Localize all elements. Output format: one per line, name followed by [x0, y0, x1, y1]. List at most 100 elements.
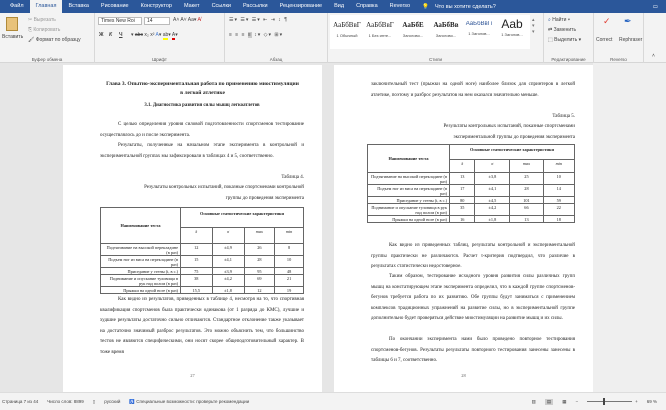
font-label: Шрифт: [152, 57, 167, 62]
style-sample: АаБбВвГ: [366, 21, 394, 29]
tab-mailings[interactable]: Рассылки: [237, 0, 274, 13]
zoom-level[interactable]: 69 %: [647, 399, 657, 404]
accessibility-status[interactable]: ♿ Специальные возможности: проверьте рек…: [129, 399, 258, 405]
paste-button[interactable]: Вставить: [2, 34, 23, 40]
test-name-cell: Приседание у стены (t, в с.): [367, 196, 450, 204]
value-cell: ±4,1: [474, 184, 511, 197]
section-title: 3.1. Диагностика развития силы мышц легк…: [144, 103, 260, 108]
format-painter-button[interactable]: 🖌 Формат по образцу: [28, 37, 81, 43]
editing-label: Редактирование: [551, 57, 586, 62]
value-cell: 25: [509, 172, 544, 185]
cut-button[interactable]: ✂ Вырезать: [28, 17, 56, 23]
value-cell: 15: [180, 255, 213, 268]
value-cell: 19: [274, 286, 304, 294]
style-heading-2[interactable]: АаБбВв Заголово...: [430, 17, 462, 47]
page-27: Глава 3. Опытно-экспериментальная работа…: [63, 65, 322, 392]
value-cell: ±1,8: [211, 286, 245, 294]
paragraph: Как видно из приведенных таблиц, результ…: [371, 243, 575, 269]
tab-reverso[interactable]: Reverso: [384, 0, 416, 13]
search-icon: ⌕: [548, 17, 551, 23]
align-buttons[interactable]: ≡ ≡ ≡ ≡ ↕▾ ◇▾ ⊞▾: [229, 32, 283, 38]
table-row: Приседание у стены (t, в с.) 75 ±3,9 95 48: [100, 267, 304, 275]
tab-file[interactable]: Файл: [4, 0, 30, 13]
table-row: Поднимание и опускание туловища в рук на…: [367, 203, 576, 216]
value-cell: 28: [243, 255, 276, 268]
ribbon: Вставить ✂ Вырезать ⎘ Копировать 🖌 Форма…: [0, 13, 666, 63]
value-cell: ±3,8: [474, 172, 511, 185]
rephraser-button[interactable]: Rephraser: [619, 37, 642, 43]
correct-icon: ✓: [603, 16, 611, 26]
font-size-buttons[interactable]: A˄ A˅ Aa▾ A̸: [173, 17, 201, 23]
tab-home[interactable]: Главная: [29, 0, 63, 13]
comments-icon[interactable]: ▭: [653, 4, 658, 10]
word-count[interactable]: Число слов: 8899: [47, 399, 84, 404]
value-cell: ±1,8: [474, 215, 511, 223]
zoom-out-button[interactable]: −: [575, 399, 578, 404]
paragraph-label: Абзац: [269, 57, 283, 62]
select-button[interactable]: ⬚ Выделить ▾: [548, 37, 581, 43]
copy-button[interactable]: ⎘ Копировать: [28, 27, 60, 33]
tab-layout[interactable]: Макет: [178, 0, 206, 13]
list-buttons[interactable]: ☰▾ ☰▾ ☰▾ ⇤ ⇥ ↕ ¶: [229, 17, 288, 23]
style-normal[interactable]: АаБбВвГ 1 Обычный: [331, 17, 363, 47]
font-name-select[interactable]: Times New Roi: [98, 17, 142, 25]
style-heading-1[interactable]: АаБбЕ Заголово...: [397, 17, 429, 47]
bold-button[interactable]: Ж: [99, 32, 104, 38]
test-name-cell: Прыжки на одной ноге (в раз): [367, 215, 450, 223]
tab-view[interactable]: Вид: [328, 0, 350, 13]
collapse-ribbon-icon[interactable]: ˄: [652, 53, 655, 59]
style-heading-3[interactable]: АаБбВвГі 1 Заголов...: [463, 17, 495, 47]
zoom-in-button[interactable]: +: [635, 399, 638, 404]
paragraph: По окончании эксперимента нами было пров…: [371, 337, 575, 363]
zoom-slider-thumb[interactable]: [602, 398, 605, 405]
status-bar: Страница 7 из 44 Число слов: 8899 ▯ русс…: [0, 392, 666, 410]
value-cell: ±4,5: [474, 196, 511, 204]
find-button[interactable]: ⌕ Найти ▾: [548, 17, 570, 23]
tell-me-input[interactable]: Что вы хотите сделать?: [435, 4, 496, 10]
correct-button[interactable]: Correct: [596, 37, 612, 43]
paste-icon: [6, 17, 18, 31]
print-layout-icon[interactable]: ▤: [544, 398, 554, 405]
value-cell: 26: [243, 243, 276, 256]
page-number: 27: [190, 373, 195, 378]
style-title[interactable]: Aab 1 Заголов...: [496, 17, 528, 47]
style-name: Заголово...: [402, 33, 424, 38]
style-name: 1 Заголов...: [501, 32, 523, 37]
tab-draw[interactable]: Рисование: [95, 0, 135, 13]
select-icon: ⬚: [548, 37, 553, 43]
language[interactable]: русский: [104, 399, 120, 404]
replace-icon: ⇄: [548, 27, 553, 33]
value-cell: 18: [542, 215, 576, 223]
value-cell: ±4,9: [211, 243, 245, 256]
font-effects-buttons[interactable]: ▾ abc x₂ x² A▾ ab▾ A▾: [131, 32, 178, 40]
web-layout-icon[interactable]: ▦: [562, 399, 566, 405]
zoom-slider[interactable]: [587, 398, 633, 405]
column-header: min: [542, 158, 576, 174]
tab-insert[interactable]: Вставка: [62, 0, 94, 13]
rephraser-icon: ✒: [624, 16, 632, 26]
value-cell: 95: [243, 267, 276, 275]
paragraph: Как видно из результатов, приведенных в …: [100, 297, 304, 355]
value-cell: 8: [274, 243, 304, 256]
font-size-select[interactable]: 14: [144, 17, 170, 25]
ribbon-tabs: Файл Главная Вставка Рисование Конструкт…: [0, 0, 666, 13]
italic-button[interactable]: К: [109, 32, 112, 38]
table-row: Поднимание и опускание туловища в рук на…: [100, 274, 304, 287]
tab-references[interactable]: Ссылки: [206, 0, 237, 13]
underline-button[interactable]: Ч: [119, 32, 123, 38]
tab-design[interactable]: Конструктор: [135, 0, 178, 13]
style-no-spacing[interactable]: АаБбВвГ 1 Без инте...: [364, 17, 396, 47]
table-header: Наименование теста: [100, 207, 181, 244]
styles-label: Стили: [429, 57, 442, 62]
tab-review[interactable]: Рецензирование: [274, 0, 328, 13]
tab-help[interactable]: Справка: [350, 0, 384, 13]
proofing-icon[interactable]: ▯: [93, 399, 95, 405]
column-header: x̄: [180, 227, 213, 244]
test-name-cell: Подтягивание на высокой перекладине (в р…: [100, 243, 181, 256]
value-cell: 12: [243, 286, 276, 294]
styles-group: АаБбВвГ 1 Обычный АаБбВвГ 1 Без инте... Аа…: [328, 13, 544, 63]
page-count[interactable]: Страница 7 из 44: [2, 399, 38, 404]
styles-scroll[interactable]: ▴ ▾ ▾: [532, 17, 535, 35]
read-mode-icon[interactable]: ▥: [532, 399, 536, 405]
replace-button[interactable]: ⇄ Заменить: [548, 27, 576, 33]
